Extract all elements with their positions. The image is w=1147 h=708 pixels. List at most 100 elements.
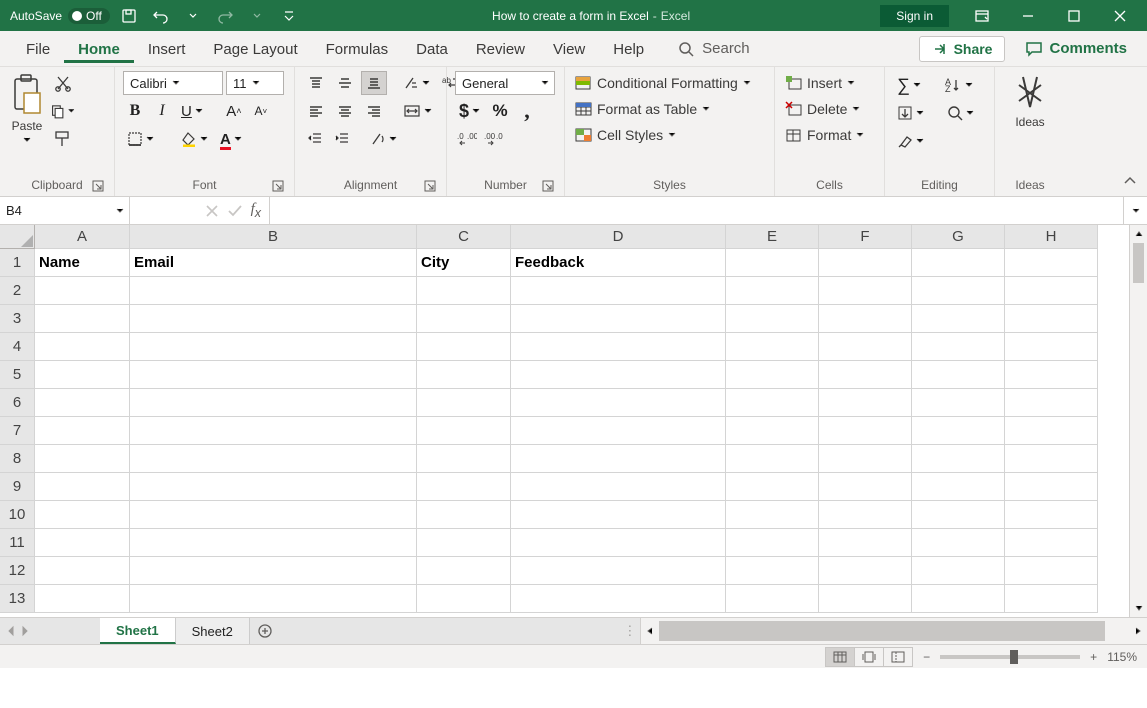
row-header[interactable]: 10 [0,501,35,529]
underline-button[interactable]: U [177,99,208,123]
cell[interactable] [511,389,726,417]
redo-button[interactable] [212,3,238,29]
merge-center-button[interactable] [399,99,437,123]
collapse-ribbon-icon[interactable] [1123,174,1141,192]
ideas-button[interactable]: Ideas [1011,71,1049,131]
dialog-launcher-icon[interactable] [424,180,438,194]
normal-view-button[interactable] [825,647,855,667]
decrease-font-button[interactable]: A˅ [249,99,273,123]
row-header[interactable]: 11 [0,529,35,557]
cell[interactable] [912,277,1005,305]
fill-color-button[interactable] [177,127,213,151]
add-sheet-button[interactable] [250,618,280,644]
cell[interactable] [819,445,912,473]
tab-page-layout[interactable]: Page Layout [199,35,311,63]
insert-cells-button[interactable]: Insert [783,73,858,93]
column-header[interactable]: C [417,225,511,249]
font-name-combo[interactable]: Calibri [123,71,223,95]
scroll-down-icon[interactable] [1130,599,1147,617]
cell[interactable] [35,445,130,473]
share-button[interactable]: Share [919,36,1006,62]
cell[interactable] [912,557,1005,585]
cell[interactable] [1005,249,1098,277]
zoom-out-button[interactable]: − [923,650,930,664]
ribbon-display-icon[interactable] [959,0,1005,31]
cell[interactable] [1005,585,1098,613]
tab-view[interactable]: View [539,35,599,63]
cell[interactable] [35,501,130,529]
cell[interactable] [726,249,819,277]
cell[interactable] [130,501,417,529]
cell[interactable] [130,473,417,501]
row-header[interactable]: 2 [0,277,35,305]
cell[interactable] [417,305,511,333]
font-color-button[interactable]: A [216,127,247,151]
tab-data[interactable]: Data [402,35,462,63]
autosum-button[interactable]: ∑ [893,73,926,97]
cell[interactable] [417,389,511,417]
cut-button[interactable] [50,71,76,95]
cell[interactable] [1005,305,1098,333]
tab-help[interactable]: Help [599,35,658,63]
cell[interactable] [511,417,726,445]
sheet-splitter-icon[interactable]: ⋮ [620,618,640,644]
sheet-tab-other[interactable]: Sheet2 [176,618,250,644]
cell[interactable] [819,529,912,557]
cell[interactable] [726,361,819,389]
dialog-launcher-icon[interactable] [542,180,556,194]
row-header[interactable]: 5 [0,361,35,389]
autosave-toggle[interactable]: Off [68,8,110,24]
column-header[interactable]: H [1005,225,1098,249]
percent-format-button[interactable]: % [488,99,512,123]
cell[interactable] [912,529,1005,557]
cell[interactable] [511,445,726,473]
align-right-button[interactable] [361,99,387,123]
borders-button[interactable] [123,127,159,151]
cell[interactable] [130,585,417,613]
horizontal-scrollbar[interactable] [640,618,1147,644]
cell[interactable] [726,445,819,473]
cell[interactable] [35,361,130,389]
vertical-scrollbar[interactable] [1129,225,1147,617]
scrollbar-thumb[interactable] [1133,243,1144,283]
cell[interactable] [130,361,417,389]
zoom-slider[interactable] [940,655,1080,659]
cell[interactable] [819,249,912,277]
paste-button[interactable]: Paste [8,71,46,147]
cell[interactable] [726,557,819,585]
align-left-button[interactable] [303,99,329,123]
cell[interactable] [35,277,130,305]
column-header[interactable]: B [130,225,417,249]
tab-formulas[interactable]: Formulas [312,35,403,63]
cell[interactable] [417,445,511,473]
page-layout-view-button[interactable] [854,647,884,667]
italic-button[interactable]: I [150,99,174,123]
dialog-launcher-icon[interactable] [272,180,286,194]
column-header[interactable]: E [726,225,819,249]
cell[interactable] [35,585,130,613]
cell[interactable] [511,473,726,501]
dialog-launcher-icon[interactable] [92,180,106,194]
cell[interactable] [912,249,1005,277]
cell[interactable] [912,333,1005,361]
column-header[interactable]: F [819,225,912,249]
row-header[interactable]: 7 [0,417,35,445]
cell[interactable] [726,585,819,613]
row-header[interactable]: 8 [0,445,35,473]
decrease-decimal-button[interactable]: .00.0 [482,127,506,151]
cell[interactable] [417,417,511,445]
cell[interactable] [1005,361,1098,389]
cell[interactable]: Email [130,249,417,277]
scroll-up-icon[interactable] [1130,225,1147,243]
cell[interactable] [1005,333,1098,361]
cell[interactable] [819,361,912,389]
cell[interactable] [417,585,511,613]
cell[interactable] [511,557,726,585]
cell[interactable] [35,389,130,417]
cell[interactable] [726,305,819,333]
cell[interactable] [819,501,912,529]
scrollbar-thumb[interactable] [659,621,1106,641]
zoom-in-button[interactable]: + [1090,650,1097,664]
cell[interactable] [912,445,1005,473]
orientation-button-2[interactable] [366,127,402,151]
